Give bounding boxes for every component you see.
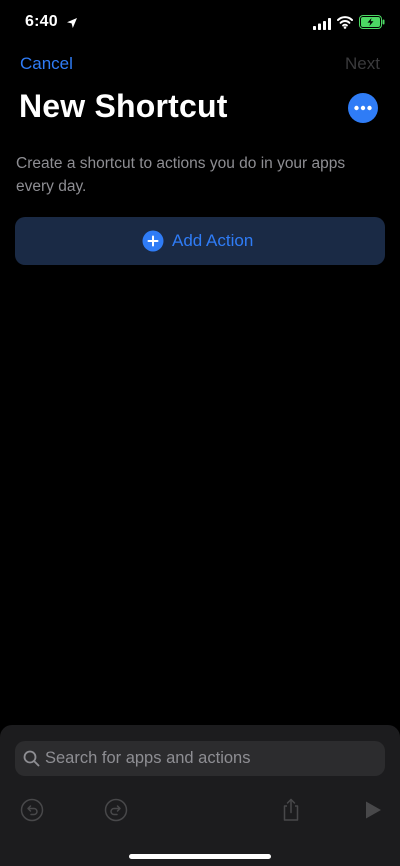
location-icon xyxy=(66,16,78,28)
ellipsis-icon xyxy=(354,105,372,111)
status-bar: 6:40 xyxy=(0,0,400,46)
more-options-button[interactable] xyxy=(348,93,378,123)
share-button[interactable] xyxy=(278,797,304,823)
plus-circle-icon xyxy=(142,230,164,252)
description-text: Create a shortcut to actions you do in y… xyxy=(16,155,346,195)
add-action-label: Add Action xyxy=(172,231,254,250)
page-title: New Shortcut xyxy=(19,88,228,124)
search-icon xyxy=(23,750,40,767)
home-indicator xyxy=(129,854,271,859)
play-icon xyxy=(366,801,381,819)
play-button[interactable] xyxy=(360,797,386,823)
undo-icon xyxy=(20,798,44,822)
bottom-panel: Search for apps and actions xyxy=(0,725,400,866)
status-time: 6:40 xyxy=(25,13,58,30)
undo-button[interactable] xyxy=(19,797,45,823)
battery-charging-icon xyxy=(359,15,385,29)
next-button[interactable]: Next xyxy=(345,54,380,74)
share-icon xyxy=(283,798,299,821)
redo-icon xyxy=(104,798,128,822)
add-action-button[interactable]: Add Action xyxy=(15,217,385,265)
signal-icon xyxy=(313,17,331,30)
cancel-button[interactable]: Cancel xyxy=(20,54,73,74)
wifi-icon xyxy=(337,15,353,29)
search-placeholder: Search for apps and actions xyxy=(45,749,251,767)
search-input[interactable]: Search for apps and actions xyxy=(15,741,385,776)
redo-button[interactable] xyxy=(103,797,129,823)
